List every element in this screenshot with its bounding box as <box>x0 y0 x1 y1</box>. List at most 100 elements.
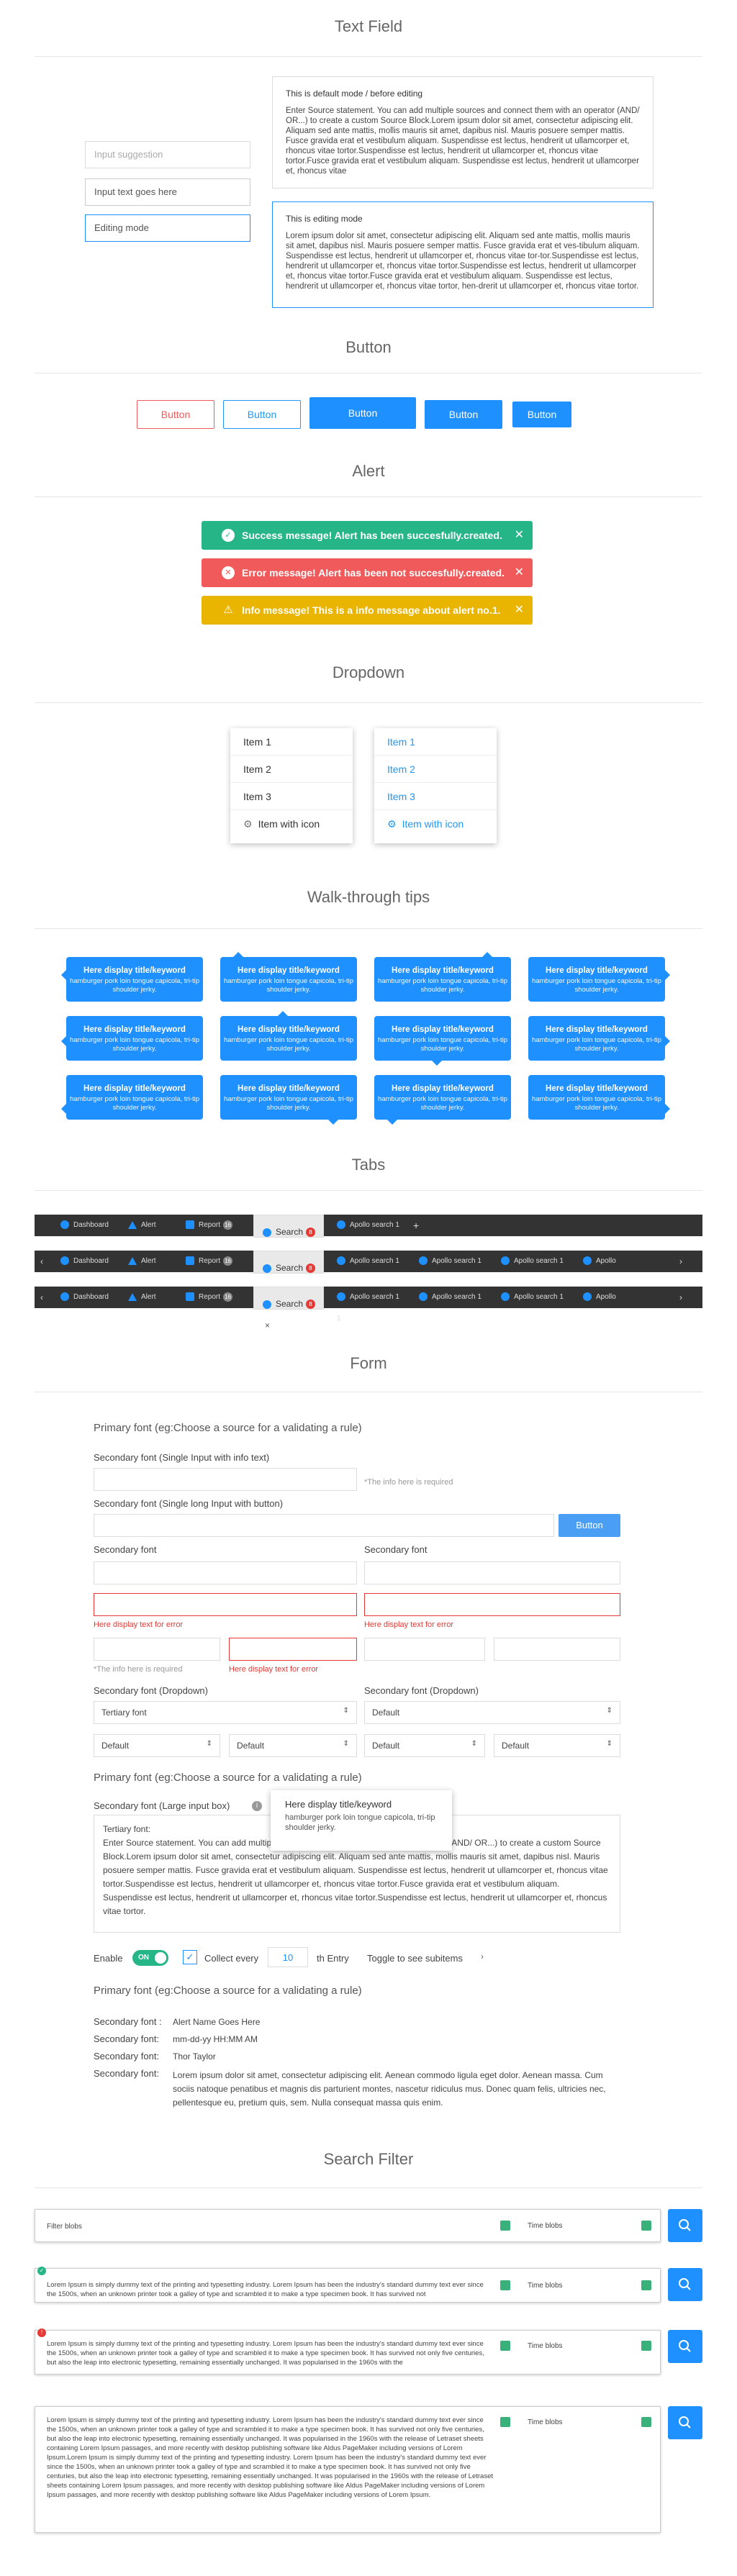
tab-search[interactable]: Search 8 <box>253 1215 324 1238</box>
dropdown-item-with-icon[interactable]: ⚙ Item with icon <box>230 810 353 838</box>
alert-message: Info message! This is a info message abo… <box>242 604 501 616</box>
count-input[interactable]: 10 <box>268 1947 308 1967</box>
tab-apollo-dragging[interactable]: Apollo search 1 1 <box>330 1287 402 1323</box>
textarea-editing[interactable]: This is editing mode Lorem ipsum dolor s… <box>272 201 654 308</box>
dropdown-item[interactable]: Item 2 <box>374 756 497 783</box>
dropdown-item[interactable]: Item 3 <box>230 783 353 810</box>
chevron-left-icon[interactable]: ‹ <box>40 1287 50 1308</box>
select-dropdown[interactable]: Default ⇕ <box>94 1734 220 1757</box>
input-typed[interactable]: Input text goes here <box>85 178 250 206</box>
tab-search[interactable]: Search 8 <box>253 1251 324 1274</box>
search-filter-bar[interactable]: ✓ Lorem Ipsum is simply dummy text of th… <box>35 2267 661 2303</box>
search-button[interactable] <box>668 2209 702 2242</box>
input-suggestion[interactable]: Input suggestion <box>85 141 250 168</box>
query-text[interactable]: Lorem Ipsum is simply dummy text of the … <box>47 2416 493 2500</box>
close-icon[interactable]: ✕ <box>515 521 524 550</box>
long-input[interactable] <box>94 1514 554 1537</box>
tab-apollo[interactable]: Apollo search 1 <box>412 1251 484 1272</box>
time-blobs[interactable]: Time blobs <box>528 2222 563 2230</box>
clock-icon[interactable] <box>641 2221 651 2231</box>
tab-apollo[interactable]: Apollo search 1 <box>494 1251 566 1272</box>
select-dropdown[interactable]: Tertiary font ⇕ <box>94 1701 357 1724</box>
tab-alert[interactable]: Alert <box>128 1287 164 1308</box>
text-input-error[interactable] <box>364 1593 620 1616</box>
textarea-default[interactable]: This is default mode / before editing En… <box>272 76 654 189</box>
calendar-icon[interactable] <box>500 2221 510 2231</box>
chevron-left-icon[interactable]: ‹ <box>40 1251 50 1272</box>
text-input[interactable] <box>494 1638 620 1661</box>
select-dropdown[interactable]: Default ⇕ <box>364 1701 620 1724</box>
add-tab-button[interactable]: + <box>413 1215 428 1236</box>
tab-apollo[interactable]: Apollo search 1 <box>330 1215 402 1236</box>
dropdown-item-with-icon[interactable]: ⚙ Item with icon <box>374 810 497 838</box>
tab-report[interactable]: Report 16 <box>186 1251 243 1272</box>
chevron-right-icon[interactable]: › <box>679 1251 689 1272</box>
clock-icon[interactable] <box>641 2417 651 2427</box>
input-editing[interactable]: Editing mode <box>85 214 250 242</box>
tab-search[interactable]: Search 8 × <box>253 1287 324 1330</box>
text-input-error[interactable] <box>94 1593 357 1616</box>
tip-arrow <box>61 1036 66 1046</box>
tab-apollo[interactable]: Apollo search 1 <box>412 1287 484 1308</box>
search-filter-bar[interactable]: Filter blobs Time blobs <box>35 2209 661 2242</box>
tab-dashboard[interactable]: Dashboard <box>60 1287 117 1308</box>
tab-dashboard[interactable]: Dashboard <box>60 1251 117 1272</box>
tab-apollo[interactable]: Apollo search 1 <box>330 1251 402 1272</box>
tab-report[interactable]: Report 16 <box>186 1215 243 1236</box>
calendar-icon[interactable] <box>500 2341 510 2351</box>
clock-icon[interactable] <box>641 2280 651 2290</box>
calendar-icon[interactable] <box>500 2417 510 2427</box>
input-submit-button[interactable]: Button <box>559 1514 620 1537</box>
filter-blobs[interactable]: Filter blobs <box>47 2222 493 2231</box>
query-text[interactable]: Lorem Ipsum is simply dummy text of the … <box>47 2280 493 2299</box>
button-outline-red[interactable]: Button <box>137 400 214 429</box>
walkthrough-tip: Here display title/keyword hamburger pork… <box>61 1016 203 1061</box>
tab-alert[interactable]: Alert <box>128 1215 164 1236</box>
search-button[interactable] <box>668 2330 702 2363</box>
toggle-subitems-label[interactable]: Toggle to see subitems <box>367 1953 463 1964</box>
text-input[interactable] <box>364 1561 620 1584</box>
chevron-right-icon[interactable]: › <box>679 1287 689 1308</box>
text-input[interactable] <box>94 1638 220 1661</box>
tab-alert[interactable]: Alert <box>128 1251 164 1272</box>
button-small[interactable]: Button <box>512 402 571 427</box>
search-button[interactable] <box>668 2268 702 2301</box>
query-text[interactable]: Lorem Ipsum is simply dummy text of the … <box>47 2339 493 2367</box>
button-outline-blue[interactable]: Button <box>223 400 301 429</box>
tab-dashboard[interactable]: Dashboard <box>60 1215 117 1236</box>
tip-body: hamburger pork loin tongue capicola, tri… <box>531 1095 662 1112</box>
close-icon[interactable]: ✕ <box>515 596 524 625</box>
text-input[interactable] <box>94 1468 357 1491</box>
select-dropdown[interactable]: Default ⇕ <box>494 1734 620 1757</box>
search-filter-bar[interactable]: ! Lorem Ipsum is simply dummy text of th… <box>35 2328 661 2375</box>
info-icon[interactable]: i <box>252 1801 262 1811</box>
dropdown-item[interactable]: Item 2 <box>230 756 353 783</box>
dropdown-item[interactable]: Item 1 <box>374 728 497 756</box>
clock-icon[interactable] <box>641 2341 651 2351</box>
enable-toggle[interactable]: ON <box>132 1950 168 1966</box>
time-blobs[interactable]: Time blobs <box>528 2418 563 2426</box>
select-dropdown[interactable]: Default ⇕ <box>229 1734 357 1757</box>
calendar-icon[interactable] <box>500 2280 510 2290</box>
tab-label: Apollo search 1 <box>432 1293 481 1301</box>
tab-apollo[interactable]: Apollo <box>576 1287 648 1308</box>
search-filter-bar[interactable]: Lorem Ipsum is simply dummy text of the … <box>35 2406 661 2533</box>
select-dropdown[interactable]: Default ⇕ <box>364 1734 485 1757</box>
dropdown-item[interactable]: Item 3 <box>374 783 497 810</box>
tab-report[interactable]: Report 16 <box>186 1287 243 1308</box>
button-large[interactable]: Button <box>309 397 416 429</box>
close-icon[interactable]: ✕ <box>515 558 524 587</box>
close-icon[interactable]: × <box>265 1320 270 1330</box>
text-input[interactable] <box>364 1638 485 1661</box>
collect-checkbox[interactable]: ✓ <box>183 1950 197 1964</box>
tab-apollo[interactable]: Apollo <box>576 1251 648 1272</box>
time-blobs[interactable]: Time blobs <box>528 2282 563 2290</box>
search-button[interactable] <box>668 2406 702 2439</box>
text-input[interactable] <box>94 1561 357 1584</box>
chevron-right-icon[interactable]: › <box>481 1951 484 1962</box>
tab-apollo[interactable]: Apollo search 1 <box>494 1287 566 1308</box>
button-medium[interactable]: Button <box>425 400 502 429</box>
text-input-error[interactable] <box>229 1638 357 1661</box>
time-blobs[interactable]: Time blobs <box>528 2342 563 2350</box>
dropdown-item[interactable]: Item 1 <box>230 728 353 756</box>
